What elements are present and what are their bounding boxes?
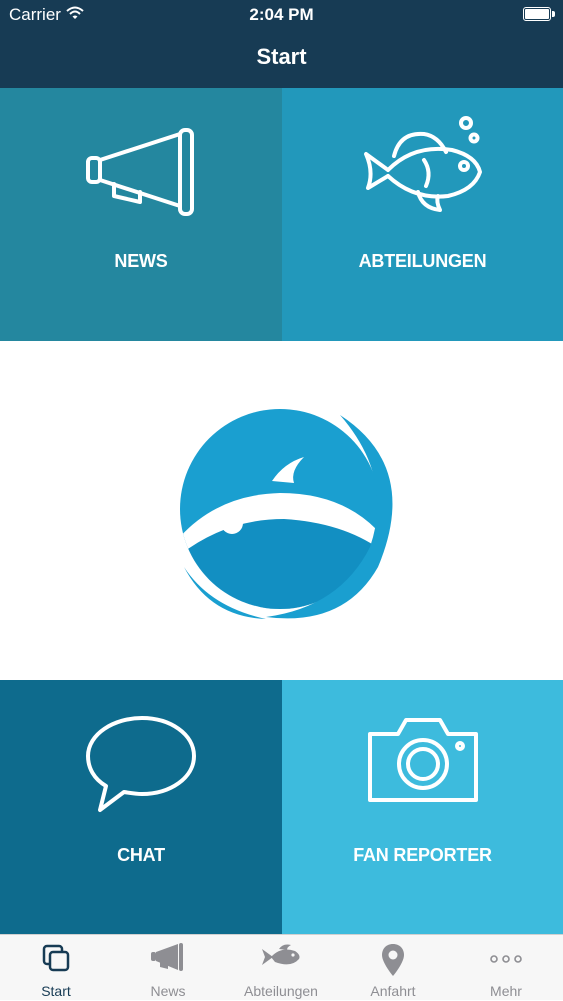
camera-icon	[368, 718, 478, 802]
tab-news[interactable]: News	[112, 935, 224, 1001]
megaphone-icon	[86, 128, 194, 216]
fan-reporter-label: FAN REPORTER	[353, 845, 492, 865]
fish-icon	[262, 944, 300, 965]
status-time: 2:04 PM	[249, 5, 314, 24]
chat-label: CHAT	[117, 845, 165, 865]
battery-icon	[523, 7, 555, 21]
tab-anfahrt[interactable]: Anfahrt	[337, 935, 449, 1001]
fan-reporter-tile[interactable]: FAN REPORTER	[282, 680, 563, 934]
chat-tile[interactable]: CHAT	[0, 680, 282, 934]
tab-bar: Start News Abteilungen Anfahrt Mehr	[0, 934, 563, 1000]
status-bar: Carrier 2:04 PM	[0, 0, 563, 30]
location-pin-icon	[382, 944, 404, 976]
tab-abteilungen-label: Abteilungen	[244, 983, 318, 999]
more-icon	[490, 955, 522, 963]
navigation-bar: Start	[0, 30, 563, 88]
fish-icon	[364, 116, 482, 212]
news-tile[interactable]: NEWS	[0, 88, 282, 341]
tab-news-label: News	[150, 983, 186, 999]
tab-start[interactable]: Start	[0, 935, 112, 1001]
tab-abteilungen[interactable]: Abteilungen	[225, 935, 337, 1001]
tab-mehr-label: Mehr	[490, 983, 522, 999]
start-icon	[42, 944, 70, 972]
logo-area	[0, 341, 563, 680]
page-title: Start	[256, 44, 307, 69]
tab-mehr[interactable]: Mehr	[450, 935, 562, 1001]
tab-anfahrt-label: Anfahrt	[370, 983, 416, 999]
tab-start-label: Start	[41, 983, 71, 999]
abteilungen-label: ABTEILUNGEN	[358, 251, 487, 271]
megaphone-icon	[151, 943, 183, 971]
news-label: NEWS	[114, 251, 168, 271]
speech-bubble-icon	[86, 716, 196, 812]
fish-globe-logo	[180, 409, 393, 619]
abteilungen-tile[interactable]: ABTEILUNGEN	[282, 88, 563, 341]
